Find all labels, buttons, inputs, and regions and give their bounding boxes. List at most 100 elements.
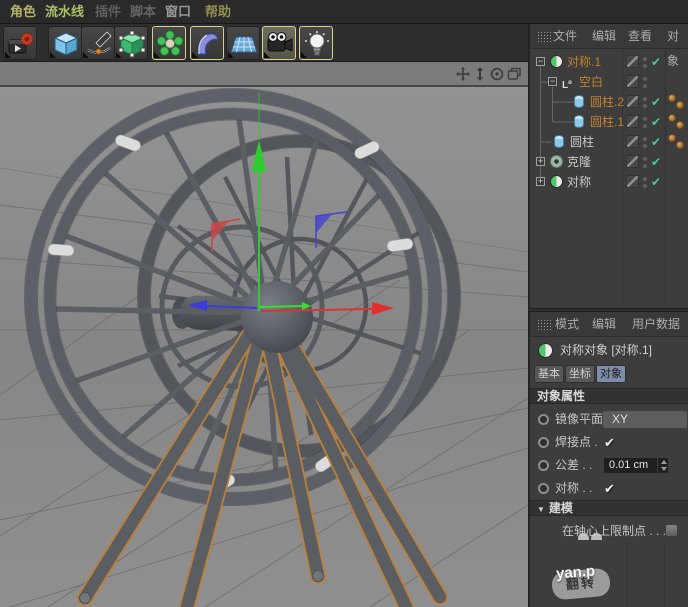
menu-script[interactable]: 脚本 — [130, 0, 156, 24]
menu-pipeline[interactable]: 流水线 — [45, 0, 84, 24]
object-name[interactable]: 对称.1 — [567, 52, 601, 72]
tab-coords[interactable]: 坐标 — [565, 365, 595, 383]
rotate-icon[interactable] — [489, 66, 505, 82]
am-menu-edit[interactable]: 编辑 — [592, 312, 616, 337]
material-tag-icon[interactable] — [668, 94, 676, 102]
cylinder-icon — [574, 95, 584, 108]
material-tag-icon[interactable] — [676, 121, 684, 129]
enable-check-icon[interactable]: ✔ — [651, 112, 661, 132]
enable-check-icon[interactable]: ✔ — [651, 152, 661, 172]
menu-character[interactable]: 角色 — [10, 0, 36, 24]
mirror-plane-dropdown[interactable]: XY — [603, 411, 687, 428]
stepper-arrows-icon[interactable] — [657, 458, 668, 473]
watermark-decoration — [591, 533, 602, 540]
visibility-dots[interactable] — [643, 96, 647, 111]
object-title: 对称对象 [对称.1] — [560, 343, 653, 357]
menu-help[interactable]: 帮助 — [205, 0, 231, 24]
layer-toggle[interactable] — [626, 115, 639, 128]
expand-icon[interactable]: + — [536, 177, 545, 186]
viewport-canvas[interactable] — [0, 87, 528, 607]
object-row[interactable]: 圆柱.2 ✔ — [530, 92, 688, 112]
pen-spline-icon[interactable] — [81, 26, 115, 60]
layer-toggle[interactable] — [626, 55, 639, 68]
deformer-icon[interactable] — [190, 26, 224, 60]
object-name[interactable]: 克隆 — [567, 152, 591, 172]
panel-grip-icon[interactable] — [537, 319, 552, 331]
modeling-header-label: 建模 — [548, 501, 573, 515]
visibility-dots[interactable] — [643, 156, 647, 171]
material-tag-icon[interactable] — [668, 114, 676, 122]
object-row[interactable]: + 克隆 ✔ — [530, 152, 688, 172]
object-name[interactable]: 圆柱 — [570, 132, 594, 152]
collapse-icon[interactable]: − — [536, 57, 545, 66]
material-tag-icon[interactable] — [668, 134, 676, 142]
collapse-icon[interactable]: − — [548, 77, 557, 86]
symmetric-label: 对称 . . — [555, 481, 593, 495]
tab-basic[interactable]: 基本 — [534, 365, 564, 383]
editable-object-icon[interactable] — [114, 26, 148, 60]
tolerance-label: 公差 . . — [555, 458, 593, 472]
weld-points-row: 焊接点 . ✔ — [530, 431, 688, 454]
symmetry-icon — [550, 175, 563, 188]
tolerance-field[interactable]: 0.01 cm — [603, 457, 669, 474]
object-title-row: 对称对象 [对称.1] — [530, 338, 688, 362]
visibility-dots[interactable] — [643, 136, 647, 151]
visibility-dots[interactable] — [643, 56, 647, 71]
object-row[interactable]: 圆柱 ✔ — [530, 132, 688, 152]
clamp-points-checkbox[interactable] — [665, 524, 678, 537]
am-menu-mode[interactable]: 模式 — [555, 312, 579, 337]
layer-toggle[interactable] — [626, 95, 639, 108]
object-name[interactable]: 空白 — [579, 72, 603, 92]
symmetric-checkbox[interactable]: ✔ — [604, 477, 615, 500]
maximize-icon[interactable] — [506, 66, 522, 82]
tolerance-value[interactable]: 0.01 cm — [609, 458, 648, 473]
keyframe-ring-icon[interactable] — [538, 414, 549, 425]
enable-check-icon[interactable]: ✔ — [651, 132, 661, 152]
symmetry-icon — [550, 55, 563, 68]
object-row[interactable]: + 对称 ✔ — [530, 172, 688, 192]
keyframe-ring-icon[interactable] — [538, 483, 549, 494]
tab-object[interactable]: 对象 — [596, 365, 626, 383]
mirror-plane-row: 镜像平面 XY — [530, 408, 688, 431]
enable-check-icon[interactable]: ✔ — [651, 52, 661, 72]
cloner-icon — [550, 155, 563, 168]
object-name[interactable]: 对称 — [567, 172, 591, 192]
section-object-properties[interactable]: 对象属性 — [530, 388, 688, 404]
keyframe-ring-icon[interactable] — [538, 460, 549, 471]
light-icon[interactable] — [299, 26, 333, 60]
pan-icon[interactable] — [455, 66, 471, 82]
visibility-dots[interactable] — [643, 116, 647, 131]
layer-toggle[interactable] — [626, 135, 639, 148]
weld-points-checkbox[interactable]: ✔ — [604, 431, 615, 454]
layer-toggle[interactable] — [626, 75, 639, 88]
material-tag-icon[interactable] — [676, 141, 684, 149]
material-tag-icon[interactable] — [676, 101, 684, 109]
render-settings-icon[interactable] — [3, 26, 37, 60]
tolerance-row: 公差 . . 0.01 cm — [530, 454, 688, 477]
visibility-dots[interactable] — [643, 76, 647, 91]
object-row[interactable]: − 对称.1 ✔ — [530, 52, 688, 72]
null-icon — [562, 75, 575, 88]
am-menu-userdata[interactable]: 用户数据 — [632, 312, 680, 337]
object-row[interactable]: − 空白 — [530, 72, 688, 92]
object-name[interactable]: 圆柱.2 — [590, 92, 624, 112]
enable-check-icon[interactable]: ✔ — [651, 92, 661, 112]
array-generator-icon[interactable] — [152, 26, 186, 60]
menu-plugins[interactable]: 插件 — [95, 0, 121, 24]
visibility-dots[interactable] — [643, 176, 647, 191]
floor-grid-icon[interactable] — [226, 26, 260, 60]
menu-bar: 角色 流水线 插件 脚本 窗口 帮助 — [0, 0, 688, 24]
expand-icon[interactable]: + — [536, 157, 545, 166]
object-name[interactable]: 圆柱.1 — [590, 112, 624, 132]
menu-window[interactable]: 窗口 — [165, 0, 191, 24]
attribute-manager-menubar: 模式 编辑 用户数据 — [530, 312, 688, 337]
object-row[interactable]: 圆柱.1 ✔ — [530, 112, 688, 132]
enable-check-icon[interactable]: ✔ — [651, 172, 661, 192]
layer-toggle[interactable] — [626, 155, 639, 168]
keyframe-ring-icon[interactable] — [538, 437, 549, 448]
section-modeling[interactable]: ▼ 建模 — [530, 500, 688, 516]
dolly-icon[interactable] — [472, 66, 488, 82]
cube-primitive-icon[interactable] — [48, 26, 82, 60]
camera-icon[interactable] — [262, 26, 296, 60]
layer-toggle[interactable] — [626, 175, 639, 188]
